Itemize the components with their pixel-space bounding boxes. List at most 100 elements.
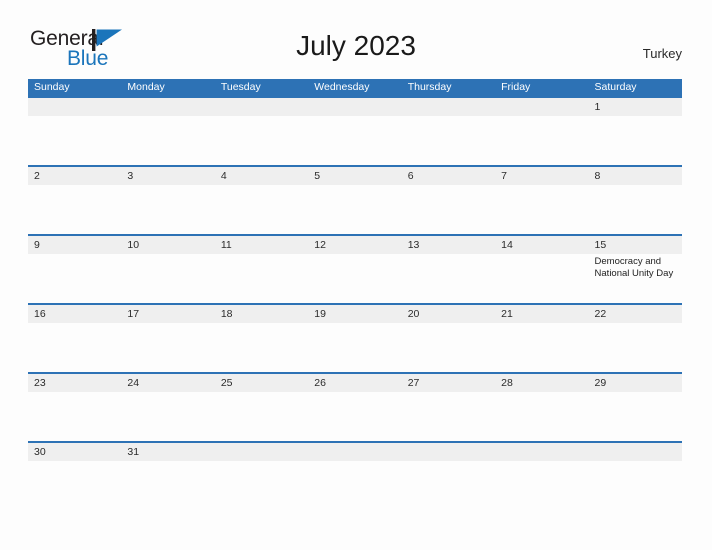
page-title: July 2023: [296, 30, 416, 61]
day-event: [589, 323, 682, 372]
weekday-header-sunday: Sunday: [34, 81, 70, 93]
week-row: 23 24 25 26 27 28 29: [28, 372, 682, 441]
day-number[interactable]: 7: [495, 167, 588, 185]
week-event-band: Democracy and National Unity Day: [28, 254, 682, 303]
day-number[interactable]: 23: [28, 374, 121, 392]
day-number[interactable]: 4: [215, 167, 308, 185]
day-number[interactable]: 21: [495, 305, 588, 323]
day-number[interactable]: 8: [589, 167, 682, 185]
day-number[interactable]: 14: [495, 236, 588, 254]
week-row: 1: [28, 96, 682, 165]
day-event: [215, 392, 308, 441]
day-number[interactable]: 11: [215, 236, 308, 254]
day-event: [495, 254, 588, 303]
day-number[interactable]: 2: [28, 167, 121, 185]
day-number[interactable]: 10: [121, 236, 214, 254]
week-date-band: 1: [28, 98, 682, 116]
day-number[interactable]: 18: [215, 305, 308, 323]
day-event: [121, 323, 214, 372]
day-event: [495, 185, 588, 234]
day-event: [589, 461, 682, 510]
day-number[interactable]: [308, 443, 401, 461]
week-row: 30 31: [28, 441, 682, 510]
day-number[interactable]: 20: [402, 305, 495, 323]
day-event: [589, 116, 682, 165]
day-number[interactable]: 15: [589, 236, 682, 254]
day-event: [308, 392, 401, 441]
day-event: [308, 323, 401, 372]
day-number[interactable]: 1: [589, 98, 682, 116]
day-number[interactable]: 6: [402, 167, 495, 185]
day-number[interactable]: [121, 98, 214, 116]
day-event: [215, 116, 308, 165]
day-event: [121, 185, 214, 234]
day-event: [589, 185, 682, 234]
day-number[interactable]: 31: [121, 443, 214, 461]
day-event: [215, 185, 308, 234]
day-event: [402, 254, 495, 303]
week-event-band: [28, 323, 682, 372]
day-number[interactable]: 3: [121, 167, 214, 185]
country-label: Turkey: [642, 46, 682, 61]
weekday-header-row: Sunday Monday Tuesday Wednesday Thursday…: [28, 79, 682, 96]
weekday-header-tuesday: Tuesday: [220, 81, 261, 93]
day-number[interactable]: 5: [308, 167, 401, 185]
day-event: [215, 254, 308, 303]
day-number[interactable]: [589, 443, 682, 461]
day-number[interactable]: 28: [495, 374, 588, 392]
day-number[interactable]: 29: [589, 374, 682, 392]
day-event: [402, 461, 495, 510]
day-number[interactable]: 30: [28, 443, 121, 461]
day-number[interactable]: 22: [589, 305, 682, 323]
day-number[interactable]: 26: [308, 374, 401, 392]
page-header: General Blue July 2023 Turkey: [0, 0, 712, 79]
week-date-band: 2 3 4 5 6 7 8: [28, 167, 682, 185]
day-event: [121, 254, 214, 303]
day-event: [495, 116, 588, 165]
day-event: [28, 461, 121, 510]
day-event: [28, 254, 121, 303]
day-number[interactable]: 19: [308, 305, 401, 323]
day-number[interactable]: 27: [402, 374, 495, 392]
weekday-header-thursday: Thursday: [407, 81, 452, 93]
day-number[interactable]: 13: [402, 236, 495, 254]
day-event: [402, 116, 495, 165]
day-event: [308, 254, 401, 303]
day-event-holiday: Democracy and National Unity Day: [594, 256, 674, 279]
week-row: 2 3 4 5 6 7 8: [28, 165, 682, 234]
day-number[interactable]: [495, 443, 588, 461]
day-number[interactable]: 24: [121, 374, 214, 392]
day-event: [495, 461, 588, 510]
week-date-band: 23 24 25 26 27 28 29: [28, 374, 682, 392]
day-event: [28, 116, 121, 165]
day-event: [308, 185, 401, 234]
day-event: [589, 392, 682, 441]
day-number[interactable]: 25: [215, 374, 308, 392]
day-number[interactable]: 16: [28, 305, 121, 323]
day-number[interactable]: 9: [28, 236, 121, 254]
day-number[interactable]: [215, 443, 308, 461]
day-number[interactable]: [215, 98, 308, 116]
week-event-band: [28, 116, 682, 165]
day-number[interactable]: 17: [121, 305, 214, 323]
weekday-header-monday: Monday: [127, 81, 165, 93]
day-number[interactable]: [28, 98, 121, 116]
day-event: [215, 323, 308, 372]
day-number[interactable]: [402, 443, 495, 461]
weekday-header-saturday: Saturday: [594, 81, 637, 93]
calendar-grid: Sunday Monday Tuesday Wednesday Thursday…: [28, 79, 682, 510]
week-event-band: [28, 185, 682, 234]
day-event: [121, 392, 214, 441]
week-row: 9 10 11 12 13 14 15 Democracy and Nation…: [28, 234, 682, 303]
week-date-band: 9 10 11 12 13 14 15: [28, 236, 682, 254]
day-event: [402, 392, 495, 441]
day-event: [28, 323, 121, 372]
day-event: [495, 323, 588, 372]
day-event: [308, 116, 401, 165]
day-number[interactable]: [495, 98, 588, 116]
day-number[interactable]: [402, 98, 495, 116]
day-number[interactable]: [308, 98, 401, 116]
day-event: [308, 461, 401, 510]
day-number[interactable]: 12: [308, 236, 401, 254]
week-date-band: 30 31: [28, 443, 682, 461]
